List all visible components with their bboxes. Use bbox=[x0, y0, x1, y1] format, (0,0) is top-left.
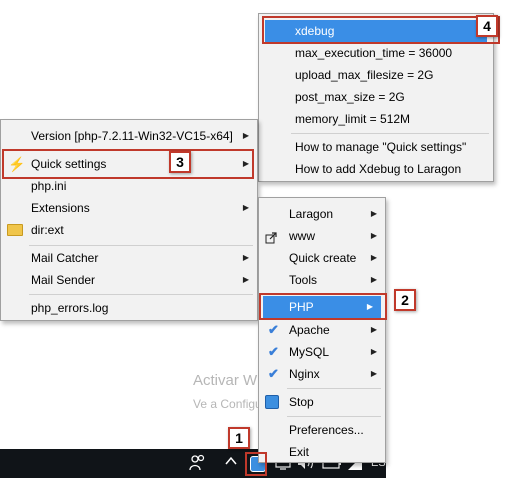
menu-item-exit[interactable]: Exit bbox=[259, 441, 385, 463]
menu-item-stop[interactable]: Stop bbox=[259, 391, 385, 413]
menu-item-label: max_execution_time = 36000 bbox=[295, 46, 453, 60]
chevron-right-icon: ▶ bbox=[370, 325, 377, 334]
menu-item-label: Tools bbox=[289, 273, 318, 287]
chevron-right-icon: ▶ bbox=[370, 209, 377, 218]
checkmark-icon: ✔ bbox=[268, 366, 279, 381]
chevron-right-icon: ▶ bbox=[242, 253, 249, 262]
menu-item-how-to-manage[interactable]: How to manage "Quick settings" bbox=[259, 136, 493, 158]
menu-item-how-to-add-xdebug[interactable]: How to add Xdebug to Laragon bbox=[259, 158, 493, 180]
step-badge-4: 4 bbox=[476, 15, 498, 37]
menu-separator bbox=[291, 133, 489, 134]
callout-box-php bbox=[259, 293, 387, 320]
callout-box-xdebug bbox=[262, 16, 500, 44]
folder-icon bbox=[7, 224, 23, 236]
menu-item-dir-ext[interactable]: dir:ext bbox=[1, 219, 257, 241]
menu-item-label: How to add Xdebug to Laragon bbox=[295, 162, 462, 176]
menu-item-tools[interactable]: Tools ▶ bbox=[259, 269, 385, 291]
step-badge-2: 2 bbox=[394, 289, 416, 311]
chevron-right-icon: ▶ bbox=[370, 347, 377, 356]
laragon-tray-menu: Laragon ▶ www ▶ Quick create ▶ Tools ▶ PHP ▶ … bbox=[258, 197, 386, 463]
menu-item-label: Stop bbox=[289, 395, 314, 409]
menu-item-nginx[interactable]: ✔ Nginx ▶ bbox=[259, 363, 385, 385]
menu-item-label: Mail Sender bbox=[31, 273, 96, 287]
menu-item-upload-max-filesize[interactable]: upload_max_filesize = 2G bbox=[259, 64, 493, 86]
menu-item-preferences[interactable]: Preferences... bbox=[259, 419, 385, 441]
people-icon[interactable] bbox=[188, 453, 208, 476]
menu-item-laragon[interactable]: Laragon ▶ bbox=[259, 203, 385, 225]
menu-item-label: Mail Catcher bbox=[31, 251, 99, 265]
checkmark-icon: ✔ bbox=[268, 344, 279, 359]
menu-item-label: Extensions bbox=[31, 201, 90, 215]
menu-item-memory-limit[interactable]: memory_limit = 512M bbox=[259, 108, 493, 130]
menu-separator bbox=[29, 245, 253, 246]
menu-separator bbox=[287, 416, 381, 417]
menu-item-label: www bbox=[289, 229, 315, 243]
chevron-up-icon[interactable] bbox=[224, 454, 238, 471]
menu-item-label: upload_max_filesize = 2G bbox=[295, 68, 434, 82]
menu-item-mail-sender[interactable]: Mail Sender ▶ bbox=[1, 269, 257, 291]
menu-item-www[interactable]: www ▶ bbox=[259, 225, 385, 247]
menu-item-php-errors-log[interactable]: php_errors.log bbox=[1, 297, 257, 319]
menu-item-label: Exit bbox=[289, 445, 310, 459]
menu-item-label: How to manage "Quick settings" bbox=[295, 140, 467, 154]
menu-item-label: php.ini bbox=[31, 179, 67, 193]
menu-item-apache[interactable]: ✔ Apache ▶ bbox=[259, 319, 385, 341]
stop-icon bbox=[265, 395, 279, 409]
menu-item-label: memory_limit = 512M bbox=[295, 112, 411, 126]
menu-item-post-max-size[interactable]: post_max_size = 2G bbox=[259, 86, 493, 108]
step-badge-3: 3 bbox=[169, 151, 191, 173]
chevron-right-icon: ▶ bbox=[242, 131, 249, 140]
step-badge-1: 1 bbox=[228, 427, 250, 449]
menu-item-mail-catcher[interactable]: Mail Catcher ▶ bbox=[1, 247, 257, 269]
menu-item-label: Preferences... bbox=[289, 423, 364, 437]
menu-item-label: MySQL bbox=[289, 345, 330, 359]
menu-item-label: Laragon bbox=[289, 207, 334, 221]
menu-item-label: Quick create bbox=[289, 251, 357, 265]
menu-separator bbox=[287, 388, 381, 389]
chevron-right-icon: ▶ bbox=[370, 231, 377, 240]
menu-item-label: Apache bbox=[289, 323, 330, 337]
menu-item-label: Version [php-7.2.11-Win32-VC15-x64] bbox=[31, 129, 233, 143]
menu-separator bbox=[29, 294, 253, 295]
menu-item-mysql[interactable]: ✔ MySQL ▶ bbox=[259, 341, 385, 363]
menu-item-version[interactable]: Version [php-7.2.11-Win32-VC15-x64] ▶ bbox=[1, 125, 257, 147]
menu-item-label: dir:ext bbox=[31, 223, 64, 237]
menu-item-max-execution-time[interactable]: max_execution_time = 36000 bbox=[259, 42, 493, 64]
menu-item-label: post_max_size = 2G bbox=[295, 90, 405, 104]
chevron-right-icon: ▶ bbox=[370, 275, 377, 284]
chevron-right-icon: ▶ bbox=[242, 203, 249, 212]
checkmark-icon: ✔ bbox=[268, 322, 279, 337]
callout-box-quick-settings bbox=[2, 149, 254, 179]
menu-item-label: php_errors.log bbox=[31, 301, 109, 315]
chevron-right-icon: ▶ bbox=[242, 275, 249, 284]
chevron-right-icon: ▶ bbox=[370, 253, 377, 262]
callout-box-tray-icon bbox=[245, 452, 267, 476]
menu-item-extensions[interactable]: Extensions ▶ bbox=[1, 197, 257, 219]
menu-item-quick-create[interactable]: Quick create ▶ bbox=[259, 247, 385, 269]
chevron-right-icon: ▶ bbox=[370, 369, 377, 378]
menu-item-label: Nginx bbox=[289, 367, 320, 381]
